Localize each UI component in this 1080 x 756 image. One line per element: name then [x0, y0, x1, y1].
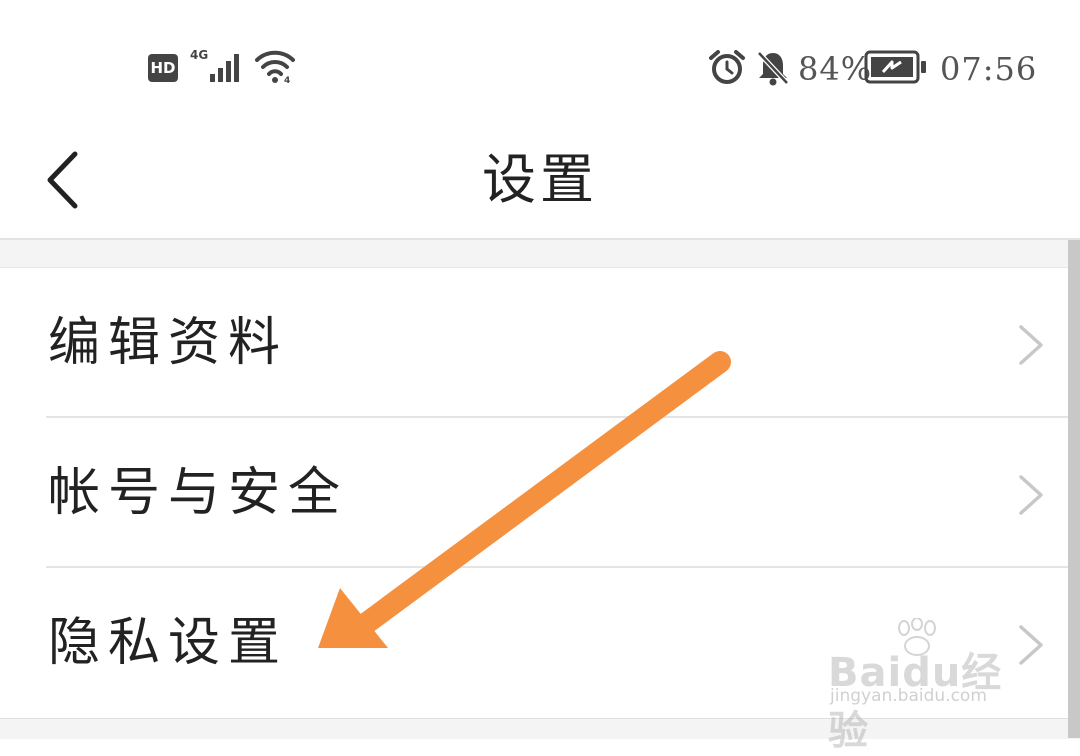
section-gap-bottom — [0, 718, 1080, 739]
mute-bell-icon — [757, 51, 789, 86]
settings-item-label: 编辑资料 — [48, 313, 289, 373]
section-gap — [0, 240, 1080, 268]
settings-list: 编辑资料 帐号与安全 隐私设置 — [0, 268, 1068, 718]
battery-charging-icon — [864, 50, 926, 84]
settings-item-label: 隐私设置 — [48, 613, 289, 673]
settings-item-privacy[interactable]: 隐私设置 — [0, 568, 1068, 718]
page-title: 设置 — [482, 148, 598, 211]
alarm-icon — [709, 50, 745, 84]
settings-item-edit-profile[interactable]: 编辑资料 — [0, 268, 1068, 418]
wifi-icon: 4 — [255, 50, 295, 84]
settings-item-label: 帐号与安全 — [48, 463, 349, 523]
header-bar: 设置 — [0, 120, 1080, 240]
status-bar: HD 4G 4 84% 07:56 — [0, 0, 1080, 120]
chevron-right-icon — [1019, 625, 1043, 665]
scrollbar[interactable] — [1068, 240, 1080, 738]
hd-icon: HD — [148, 54, 178, 82]
svg-text:4: 4 — [284, 76, 290, 84]
back-button[interactable] — [30, 140, 100, 220]
chevron-right-icon — [1019, 325, 1043, 365]
network-type-label: 4G — [190, 48, 209, 62]
chevron-left-icon — [47, 151, 78, 209]
signal-icon — [210, 52, 244, 82]
settings-item-account-security[interactable]: 帐号与安全 — [0, 418, 1068, 568]
clock: 07:56 — [940, 50, 1038, 88]
battery-percent: 84% — [798, 50, 873, 88]
chevron-right-icon — [1019, 475, 1043, 515]
